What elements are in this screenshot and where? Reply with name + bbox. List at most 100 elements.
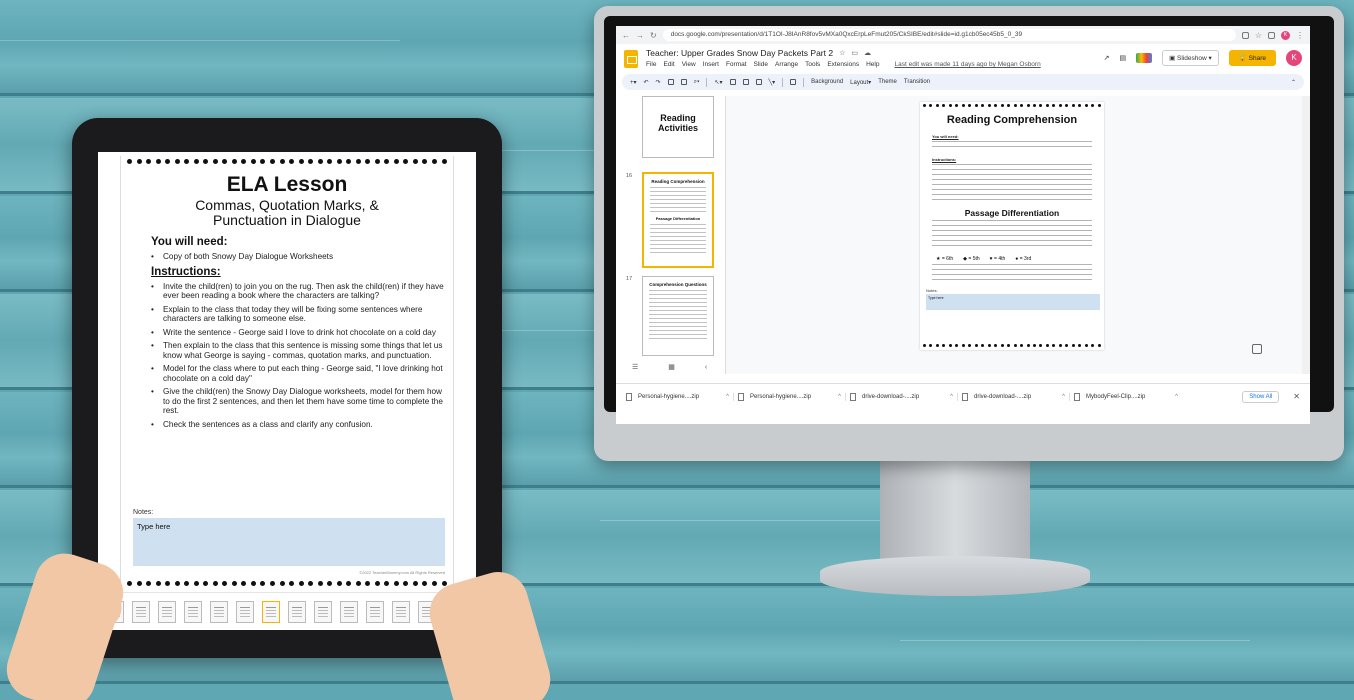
new-slide-icon[interactable]: +▾ [630, 79, 637, 86]
page-thumbnail[interactable] [210, 600, 228, 623]
level-6th-label: = 6th [941, 256, 954, 262]
move-folder-icon[interactable]: ▭ [851, 49, 858, 57]
page-thumbnail[interactable] [366, 600, 384, 623]
profile-avatar-small[interactable]: K [1281, 30, 1290, 40]
activity-trend-icon[interactable]: ↗ [1104, 54, 1110, 62]
shape-icon[interactable] [755, 79, 762, 85]
collapse-panel-icon[interactable]: ‹ [705, 364, 707, 371]
menu-tools[interactable]: Tools [805, 61, 820, 68]
page-thumbnail[interactable] [392, 600, 410, 623]
share-button[interactable]: 🔒 Share [1228, 50, 1276, 66]
paint-format-icon[interactable] [680, 79, 687, 85]
grid-view-icon[interactable]: ☰ [632, 363, 638, 371]
slideshow-button[interactable]: ▣ Slideshow ▾ [1162, 50, 1219, 66]
page-thumbnail[interactable] [158, 600, 176, 623]
current-slide[interactable]: Reading Comprehension You will need: Ins… [920, 102, 1104, 350]
menu-extensions[interactable]: Extensions [827, 61, 859, 68]
account-avatar[interactable]: K [1286, 50, 1302, 66]
chevron-up-icon[interactable]: ^ [838, 394, 841, 400]
list-item: Explain to the class that today they wil… [151, 305, 445, 324]
theme-button[interactable]: Theme [878, 79, 897, 85]
slide-canvas[interactable]: Reading Comprehension You will need: Ins… [726, 96, 1310, 374]
notes-label: Notes: [133, 509, 154, 516]
menu-format[interactable]: Format [726, 61, 747, 68]
text-lines [932, 164, 1092, 200]
extensions-icon[interactable] [1268, 31, 1275, 39]
collapse-toolbar-icon[interactable]: ⌃ [1291, 79, 1296, 86]
filmstrip-slide[interactable]: Reading Activities [642, 96, 714, 158]
document-title[interactable]: Teacher: Upper Grades Snow Day Packets P… [646, 48, 833, 58]
print-icon[interactable] [667, 79, 674, 85]
level-legend: ★ = 6th ◆ = 5th ♥ = 4th ● = 3rd [936, 256, 1092, 262]
filmstrip-slide-title: Comprehension Questions [649, 282, 707, 287]
menu-file[interactable]: File [646, 61, 656, 68]
explore-icon[interactable] [1252, 344, 1262, 354]
toolbar-divider [803, 77, 805, 87]
bookmark-star-icon[interactable]: ☆ [1255, 31, 1262, 40]
page-thumbnail[interactable] [340, 600, 358, 623]
menu-insert[interactable]: Insert [703, 61, 719, 68]
zoom-icon[interactable]: ⌕▾ [694, 79, 700, 86]
meet-icon[interactable] [1136, 53, 1153, 63]
google-slides-logo-icon[interactable] [624, 50, 638, 68]
page-thumbnail-selected[interactable] [262, 600, 280, 623]
image-icon[interactable] [742, 79, 749, 85]
layout-button[interactable]: Layout▾ [850, 79, 871, 86]
redo-icon[interactable]: ↷ [656, 79, 661, 86]
last-edit-link[interactable]: Last edit was made 11 days ago by Megan … [894, 61, 1040, 68]
download-item[interactable]: Personal-hygiene....zip ^ [738, 392, 846, 401]
download-name: MybodyFeel-Clip....zip [1086, 393, 1146, 400]
menu-view[interactable]: View [682, 61, 696, 68]
comment-add-icon[interactable] [790, 79, 797, 85]
page-thumbnail[interactable] [236, 600, 254, 623]
instructions-heading: Instructions: [151, 265, 221, 278]
tablet-device: ELA Lesson Commas, Quotation Marks, & Pu… [72, 118, 502, 658]
filmstrip-slide-selected[interactable]: Reading Comprehension Passage Differenti… [642, 172, 714, 268]
lesson-subtitle: Commas, Quotation Marks, & Punctuation i… [195, 197, 379, 228]
chevron-up-icon[interactable]: ^ [1175, 394, 1178, 400]
slide-notes-box[interactable]: Type here [926, 294, 1100, 310]
close-icon[interactable]: ✕ [1293, 392, 1300, 401]
chevron-up-icon[interactable]: ^ [1062, 394, 1065, 400]
page-thumbnail[interactable] [314, 600, 332, 623]
menu-slide[interactable]: Slide [754, 61, 768, 68]
back-icon[interactable]: ← [622, 31, 630, 40]
download-item[interactable]: MybodyFeel-Clip....zip ^ [1074, 392, 1182, 401]
downloads-bar: Personal-hygiene....zip ^ Personal-hygien… [616, 383, 1310, 409]
browser-menu-icon[interactable]: ⋮ [1296, 31, 1304, 40]
download-item[interactable]: Personal-hygiene....zip ^ [626, 392, 734, 401]
reload-icon[interactable]: ↻ [650, 31, 657, 40]
download-name: Personal-hygiene....zip [638, 393, 700, 400]
download-item[interactable]: drive-download-....zip ^ [850, 392, 958, 401]
download-item[interactable]: drive-download-....zip ^ [962, 392, 1070, 401]
undo-icon[interactable]: ↶ [644, 79, 649, 86]
background-button[interactable]: Background [811, 79, 843, 85]
star-icon[interactable]: ☆ [839, 49, 845, 57]
transition-button[interactable]: Transition [904, 79, 930, 85]
notes-input[interactable]: Type here [133, 518, 445, 566]
menu-help[interactable]: Help [866, 61, 879, 68]
slide-notes-label: Notes: [926, 288, 938, 293]
lesson-page: ELA Lesson Commas, Quotation Marks, & Pu… [120, 156, 454, 592]
share-page-icon[interactable] [1241, 31, 1249, 39]
page-thumbnail[interactable] [184, 600, 202, 623]
canvas-scrollbar[interactable] [1302, 96, 1310, 374]
slide-filmstrip[interactable]: Reading Activities 16 Reading Comprehens… [616, 96, 726, 374]
url-field[interactable]: docs.google.com/presentation/d/1T1OI-J8I… [662, 29, 1236, 41]
line-icon[interactable]: ╲▾ [769, 79, 776, 86]
forward-icon[interactable]: → [636, 31, 644, 40]
show-all-downloads-button[interactable]: Show All [1242, 390, 1280, 403]
star-icon: ★ [936, 256, 941, 262]
comments-icon[interactable]: ▤ [1119, 54, 1126, 62]
chevron-up-icon[interactable]: ^ [726, 394, 729, 400]
textbox-icon[interactable] [729, 79, 736, 85]
select-cursor-icon[interactable]: ↖▾ [714, 79, 722, 86]
menu-edit[interactable]: Edit [663, 61, 674, 68]
page-thumbnail[interactable] [288, 600, 306, 623]
list-view-icon[interactable]: ▦ [668, 363, 675, 371]
filmstrip-slide[interactable]: Comprehension Questions [642, 276, 714, 356]
level-3rd: ● = 3rd [1015, 256, 1031, 262]
chevron-up-icon[interactable]: ^ [950, 394, 953, 400]
page-thumbnail[interactable] [132, 600, 150, 623]
menu-arrange[interactable]: Arrange [775, 61, 798, 68]
